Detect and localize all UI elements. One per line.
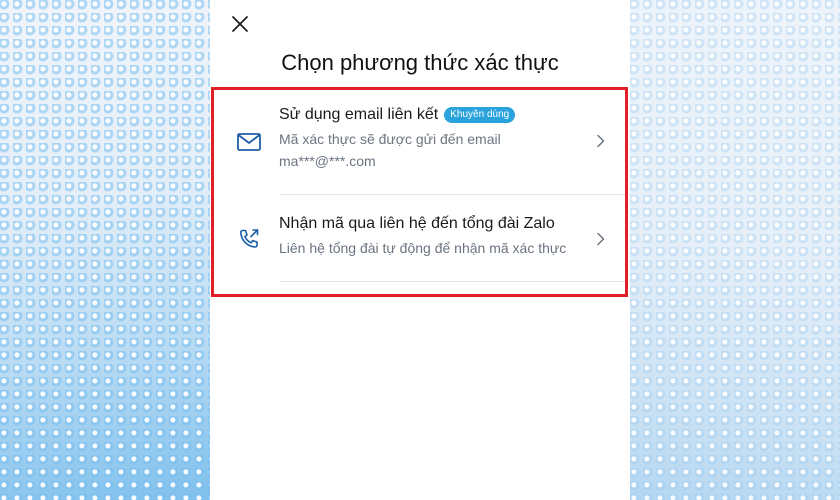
option-email-address: ma***@***.com [279,153,376,169]
mail-icon [237,133,261,151]
chevron-right-icon [597,232,605,246]
chevron-right-icon [597,134,605,148]
auth-method-screen: Chọn phương thức xác thực Sử dụng email … [210,0,630,500]
option-call-text: Nhận mã qua liên hệ đến tổng đài Zalo Li… [279,215,588,259]
close-icon [232,16,248,32]
background-right [630,0,840,500]
option-email-text: Sử dụng email liên kết Khuyên dùng Mã xá… [279,106,588,172]
recommended-badge: Khuyên dùng [444,107,516,123]
option-call-title: Nhận mã qua liên hệ đến tổng đài Zalo [279,215,555,232]
option-email-desc-line1: Mã xác thực sẽ được gửi đến email [279,131,501,147]
close-button[interactable] [230,14,250,34]
background-left [0,0,210,500]
option-call-description: Liên hệ tổng đài tự động để nhận mã xác … [279,240,567,256]
option-email-description: Mã xác thực sẽ được gửi đến email ma***@… [279,128,588,172]
option-email[interactable]: Sử dụng email liên kết Khuyên dùng Mã xá… [210,88,628,194]
page-title: Chọn phương thức xác thực [281,50,559,75]
divider [279,281,630,282]
phone-call-icon [240,229,259,248]
option-email-title: Sử dụng email liên kết [279,106,439,123]
option-call-hotline[interactable]: Nhận mã qua liên hệ đến tổng đài Zalo Li… [210,194,628,282]
